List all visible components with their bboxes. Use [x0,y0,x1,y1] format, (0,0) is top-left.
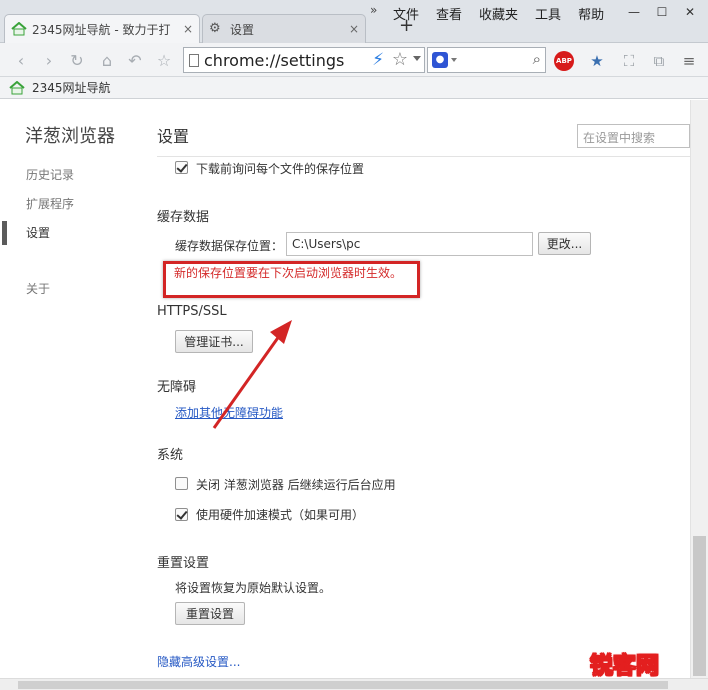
menu-help[interactable]: 帮助 [578,4,604,23]
maximize-button[interactable]: ☐ [648,2,676,22]
search-engine-box[interactable]: ● ⌕ [427,47,546,73]
screenshot-icon[interactable]: ⧉ [648,50,670,72]
chevron-down-icon[interactable] [451,58,457,62]
cache-location-field[interactable]: C:\Users\pc [286,232,533,256]
tab-settings[interactable]: ⚙ 设置 × [202,14,366,43]
sidebar-item-history[interactable]: 历史记录 [26,166,74,183]
tab-2345[interactable]: 2345网址导航 - 致力于打 × [4,14,200,43]
search-icon[interactable]: ⌕ [533,50,541,68]
address-bar[interactable]: chrome://settings ⚡ ☆ [183,47,425,73]
reload-icon[interactable]: ↻ [66,49,88,71]
address-url: chrome://settings [204,50,345,70]
vertical-scrollbar[interactable] [690,100,708,678]
fullscreen-icon[interactable]: ⛶ [618,50,640,72]
title-bar: 2345网址导航 - 致力于打 × ⚙ 设置 × » + 文件 查看 收藏夹 工… [0,0,708,43]
bookmark-manager-icon[interactable]: ★ [586,50,608,72]
annotation-arrow [212,320,292,429]
sidebar-item-settings[interactable]: 设置 [26,224,50,241]
menu-view[interactable]: 查看 [436,4,462,23]
hardware-accel-checkbox[interactable] [175,508,188,521]
reset-heading: 重置设置 [157,556,210,571]
house-favicon-icon [9,80,25,94]
tab-close-icon[interactable]: × [183,22,193,36]
chevron-down-icon[interactable] [413,56,421,61]
cache-heading: 缓存数据 [157,210,210,225]
settings-sidebar: 洋葱浏览器 历史记录 扩展程序 设置 关于 [0,100,140,678]
watermark-logo: 锐客网 [590,653,660,680]
change-location-button[interactable]: 更改... [538,232,591,255]
cache-notice: 新的保存位置要在下次启动浏览器时生效。 [174,266,403,280]
tab-close-icon[interactable]: × [349,22,359,36]
browser-brand: 洋葱浏览器 [25,126,115,147]
https-heading: HTTPS/SSL [157,304,227,319]
undo-icon[interactable]: ↶ [124,49,146,71]
page-icon [189,53,199,67]
adblock-icon[interactable]: ABP [554,51,574,71]
lightning-icon[interactable]: ⚡ [372,50,384,70]
background-apps-label: 关闭 洋葱浏览器 后继续运行后台应用 [196,478,396,492]
accessibility-heading: 无障碍 [157,380,197,395]
house-favicon-icon [11,22,27,36]
bookmark-bar: 2345网址导航 [0,77,708,99]
tab-overflow-icon[interactable]: » [370,3,377,17]
hardware-accel-label: 使用硬件加速模式（如果可用） [196,508,365,522]
baidu-paw-icon[interactable]: ● [432,52,448,68]
system-heading: 系统 [157,448,184,463]
gear-icon: ⚙ [209,21,221,36]
menu-tools[interactable]: 工具 [535,4,561,23]
cache-location-label: 缓存数据保存位置： [175,239,284,253]
settings-search-input[interactable]: 在设置中搜索 [577,124,690,148]
home-icon[interactable]: ⌂ [96,49,118,71]
background-apps-checkbox[interactable] [175,477,188,490]
scrollbar-thumb[interactable] [693,536,706,676]
menu-favorites[interactable]: 收藏夹 [479,4,518,23]
forward-arrow-icon[interactable]: › [38,49,60,71]
header-divider [157,156,690,157]
reset-settings-button[interactable]: 重置设置 [175,602,245,625]
active-indicator [2,221,7,245]
hide-advanced-link[interactable]: 隐藏高级设置... [157,653,240,670]
window-controls: — ☐ ✕ [620,2,704,22]
favorites-icon[interactable]: ☆ [153,49,175,71]
scrollbar-thumb[interactable] [18,681,668,689]
page-title: 设置 [157,127,190,146]
sidebar-item-extensions[interactable]: 扩展程序 [26,195,74,212]
reset-description: 将设置恢复为原始默认设置。 [175,581,332,595]
minimize-button[interactable]: — [620,2,648,22]
menu-file[interactable]: 文件 [393,4,419,23]
bookmark-star-icon[interactable]: ☆ [392,49,408,70]
close-window-button[interactable]: ✕ [676,2,704,22]
tab-title: 设置 [230,22,255,37]
sidebar-item-about[interactable]: 关于 [26,280,50,297]
back-arrow-icon[interactable]: ‹ [10,49,32,71]
toolbar: ‹ › ↻ ⌂ ↶ ☆ chrome://settings ⚡ ☆ ● ⌕ AB… [0,43,708,77]
menu-bar: 文件 查看 收藏夹 工具 帮助 [393,4,621,23]
tab-title: 2345网址导航 - 致力于打 [32,22,171,37]
menu-icon[interactable]: ≡ [678,50,700,72]
download-ask-label: 下载前询问每个文件的保存位置 [196,162,365,176]
bookmark-item[interactable]: 2345网址导航 [32,79,111,96]
download-ask-checkbox[interactable] [175,161,188,174]
